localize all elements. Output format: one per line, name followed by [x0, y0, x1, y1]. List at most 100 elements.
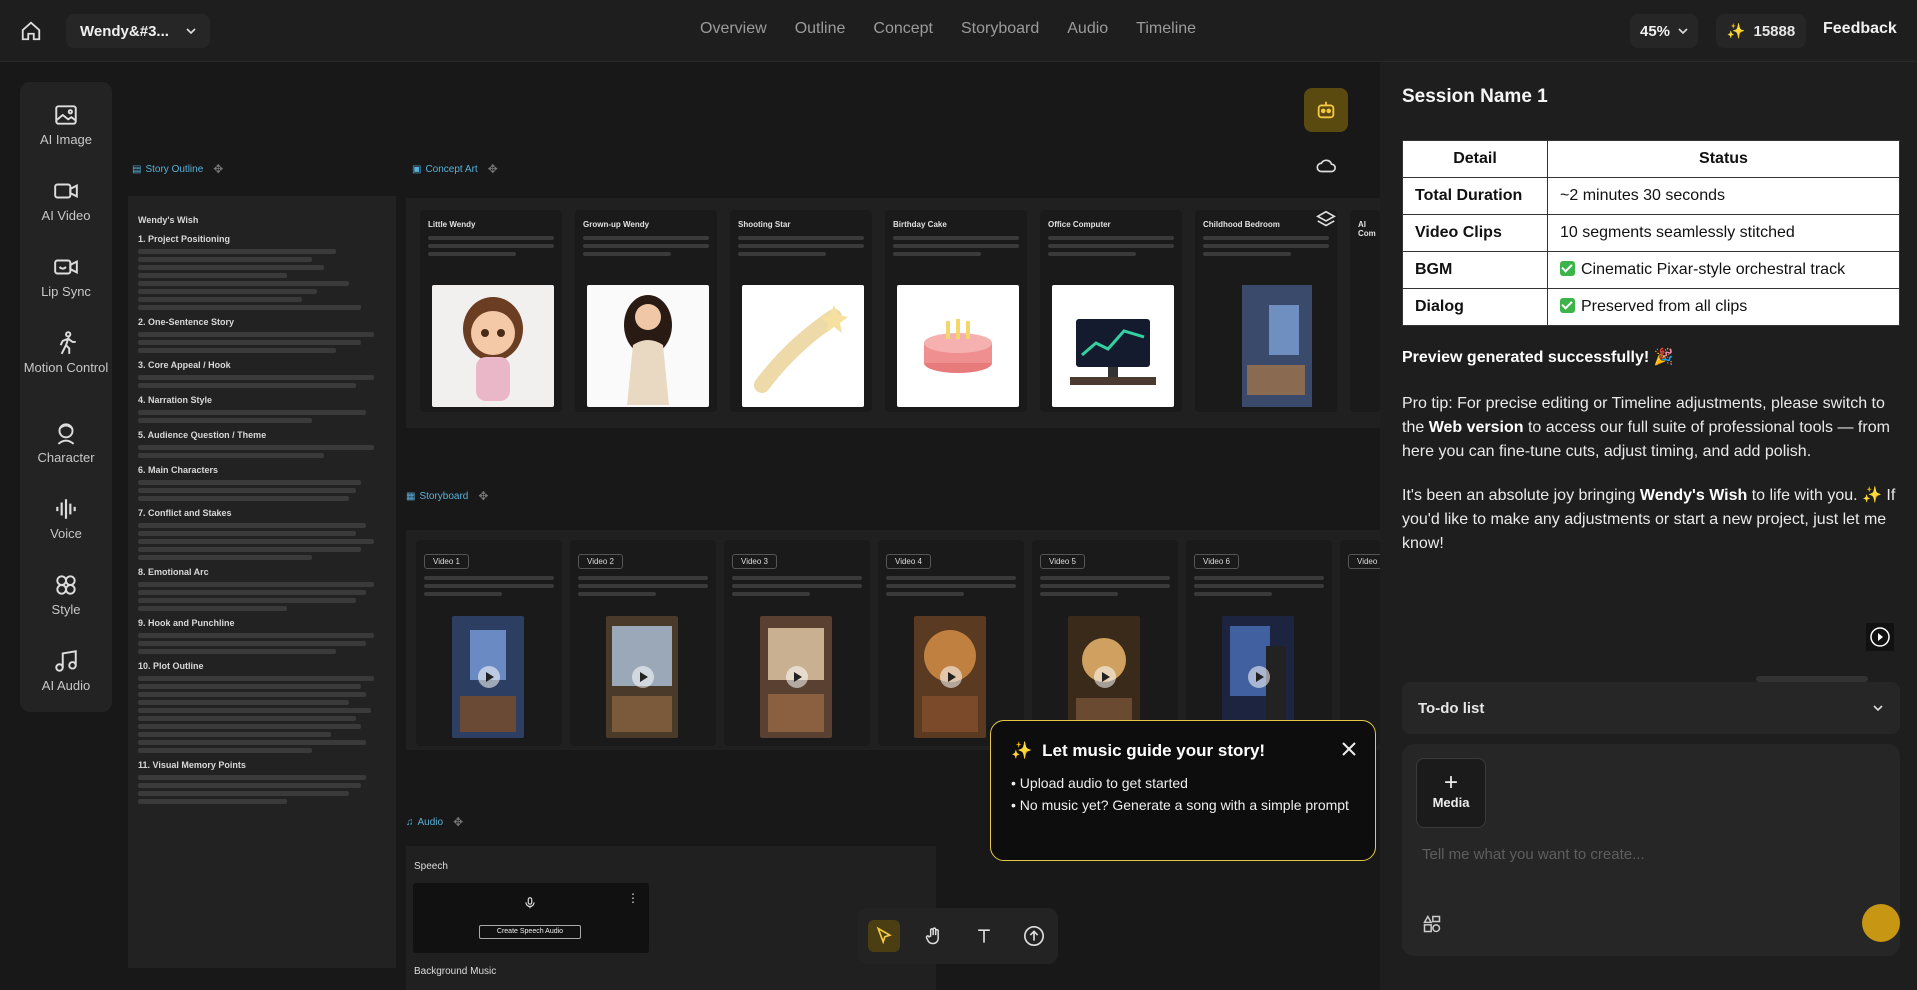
- document-icon: ▤: [132, 163, 142, 175]
- hand-tool-button[interactable]: [918, 920, 950, 952]
- create-speech-audio-button[interactable]: Create Speech Audio: [479, 925, 581, 939]
- text-tool-button[interactable]: [968, 920, 1000, 952]
- play-icon[interactable]: [478, 666, 500, 688]
- video-card[interactable]: Video 4: [878, 540, 1024, 746]
- tool-ai-image[interactable]: AI Image: [20, 102, 112, 147]
- robot-tool-button[interactable]: [1304, 88, 1348, 132]
- close-icon[interactable]: [1341, 741, 1357, 757]
- table-cell: 10 segments seamlessly stitched: [1547, 214, 1900, 252]
- sparkle-icon: ✨: [1726, 23, 1746, 40]
- feedback-button[interactable]: Feedback: [1823, 20, 1897, 38]
- tool-lip-sync[interactable]: Lip Sync: [20, 254, 112, 299]
- tool-ai-video[interactable]: AI Video: [20, 178, 112, 223]
- play-icon[interactable]: [940, 666, 962, 688]
- outline-heading: 8. Emotional Arc: [138, 567, 209, 577]
- popup-title: Let music guide your story!: [1042, 741, 1266, 760]
- video-card[interactable]: Video: [1340, 540, 1380, 746]
- popup-item: • Upload audio to get started: [1011, 775, 1188, 791]
- cloud-tool-button[interactable]: [1304, 144, 1348, 188]
- video-card[interactable]: Video 3: [724, 540, 870, 746]
- text-icon: [978, 929, 990, 943]
- tab-outline[interactable]: Outline: [795, 20, 846, 38]
- cursor-icon: [876, 926, 892, 945]
- project-selector[interactable]: Wendy&#3...: [66, 14, 210, 48]
- tab-audio[interactable]: Audio: [1067, 20, 1108, 38]
- film-icon: ▦: [406, 490, 416, 502]
- move-icon[interactable]: ✥: [478, 489, 488, 503]
- media-label: Media: [1432, 795, 1470, 810]
- shapes-icon[interactable]: [1422, 914, 1442, 934]
- section-label: Concept Art: [425, 163, 478, 175]
- chat-panel: Session Name 1 Detail Status Total Durat…: [1380, 62, 1917, 990]
- table-cell: BGM: [1402, 251, 1548, 289]
- play-circle-icon[interactable]: [1866, 623, 1894, 651]
- video-card[interactable]: Video 5: [1032, 540, 1178, 746]
- concept-art-strip[interactable]: Little Wendy Grown-up Wendy Shooting Sta…: [406, 198, 1380, 428]
- tab-overview[interactable]: Overview: [700, 20, 767, 38]
- layers-icon: [1316, 210, 1336, 227]
- video-card[interactable]: Video 2: [570, 540, 716, 746]
- image-icon: [55, 105, 77, 125]
- move-icon[interactable]: ✥: [453, 815, 463, 829]
- chevron-down-icon: [1678, 28, 1688, 35]
- little-wendy-image: [432, 285, 554, 407]
- tool-style[interactable]: Style: [20, 572, 112, 617]
- story-outline-header[interactable]: ▤ Story Outline ✥: [132, 162, 223, 176]
- speech-card[interactable]: ⋮ Create Speech Audio: [413, 883, 649, 953]
- story-outline-panel[interactable]: Wendy's Wish 1. Project Positioning 2. O…: [128, 196, 396, 968]
- concept-card[interactable]: Birthday Cake: [885, 210, 1027, 412]
- concept-art-header[interactable]: ▣ Concept Art ✥: [412, 162, 498, 176]
- select-tool-button[interactable]: [868, 920, 900, 952]
- checkmark-icon: [1560, 261, 1575, 276]
- play-icon[interactable]: [632, 666, 654, 688]
- tool-label: Character: [37, 450, 95, 465]
- video-card[interactable]: Video 6: [1186, 540, 1332, 746]
- media-upload-button[interactable]: + Media: [1416, 758, 1486, 828]
- outline-heading: 4. Narration Style: [138, 395, 213, 405]
- concept-card[interactable]: AI Com: [1350, 210, 1380, 412]
- concept-card[interactable]: Office Computer: [1040, 210, 1182, 412]
- tool-motion-control[interactable]: Motion Control: [20, 330, 112, 375]
- tool-voice[interactable]: Voice: [20, 496, 112, 541]
- concept-card[interactable]: Shooting Star: [730, 210, 872, 412]
- zoom-selector[interactable]: 45%: [1630, 14, 1698, 48]
- tab-concept[interactable]: Concept: [873, 20, 933, 38]
- layers-tool-button[interactable]: [1304, 198, 1348, 242]
- tool-character[interactable]: Character: [20, 420, 112, 465]
- chat-input[interactable]: Tell me what you want to create...: [1422, 846, 1645, 863]
- video-label: Video 1: [424, 554, 469, 569]
- tool-label: AI Audio: [41, 678, 91, 693]
- section-label: Audio: [417, 816, 444, 828]
- speech-label: Speech: [414, 861, 448, 872]
- tab-timeline[interactable]: Timeline: [1136, 20, 1196, 38]
- audio-header[interactable]: ♫ Audio ✥: [406, 815, 463, 829]
- move-icon[interactable]: ✥: [488, 162, 498, 176]
- web-version-link[interactable]: Web version: [1429, 419, 1524, 436]
- chat-input-box[interactable]: + Media Tell me what you want to create.…: [1402, 744, 1900, 956]
- storyboard-header[interactable]: ▦ Storyboard ✥: [406, 489, 488, 503]
- concept-card-title: Childhood Bedroom: [1203, 220, 1280, 229]
- todo-list-toggle[interactable]: To-do list: [1402, 682, 1900, 734]
- tool-ai-audio[interactable]: AI Audio: [20, 648, 112, 693]
- motion-icon: [59, 331, 76, 355]
- move-icon[interactable]: ✥: [213, 162, 223, 176]
- concept-card[interactable]: Little Wendy: [420, 210, 562, 412]
- home-icon[interactable]: [20, 20, 42, 42]
- storyboard-strip[interactable]: Video 1 Video 2 Video 3 Video 4 Video 5 …: [406, 530, 1380, 750]
- play-icon[interactable]: [1094, 666, 1116, 688]
- closing-message: It's been an absolute joy bringing Wendy…: [1402, 487, 1896, 552]
- top-bar: Wendy&#3... Overview Outline Concept Sto…: [0, 0, 1917, 62]
- play-icon[interactable]: [786, 666, 808, 688]
- outline-heading: 5. Audience Question / Theme: [138, 430, 267, 440]
- upload-tool-button[interactable]: [1018, 920, 1050, 952]
- credits-badge[interactable]: ✨ 15888: [1716, 14, 1806, 48]
- play-icon[interactable]: [1248, 666, 1270, 688]
- send-button[interactable]: [1862, 904, 1900, 942]
- more-icon[interactable]: ⋮: [627, 891, 639, 905]
- concept-card[interactable]: Grown-up Wendy: [575, 210, 717, 412]
- video-card[interactable]: Video 1: [416, 540, 562, 746]
- scroll-indicator[interactable]: [1756, 676, 1868, 682]
- session-name: Session Name 1: [1402, 86, 1548, 107]
- tab-storyboard[interactable]: Storyboard: [961, 20, 1039, 38]
- audio-icon: [55, 650, 77, 672]
